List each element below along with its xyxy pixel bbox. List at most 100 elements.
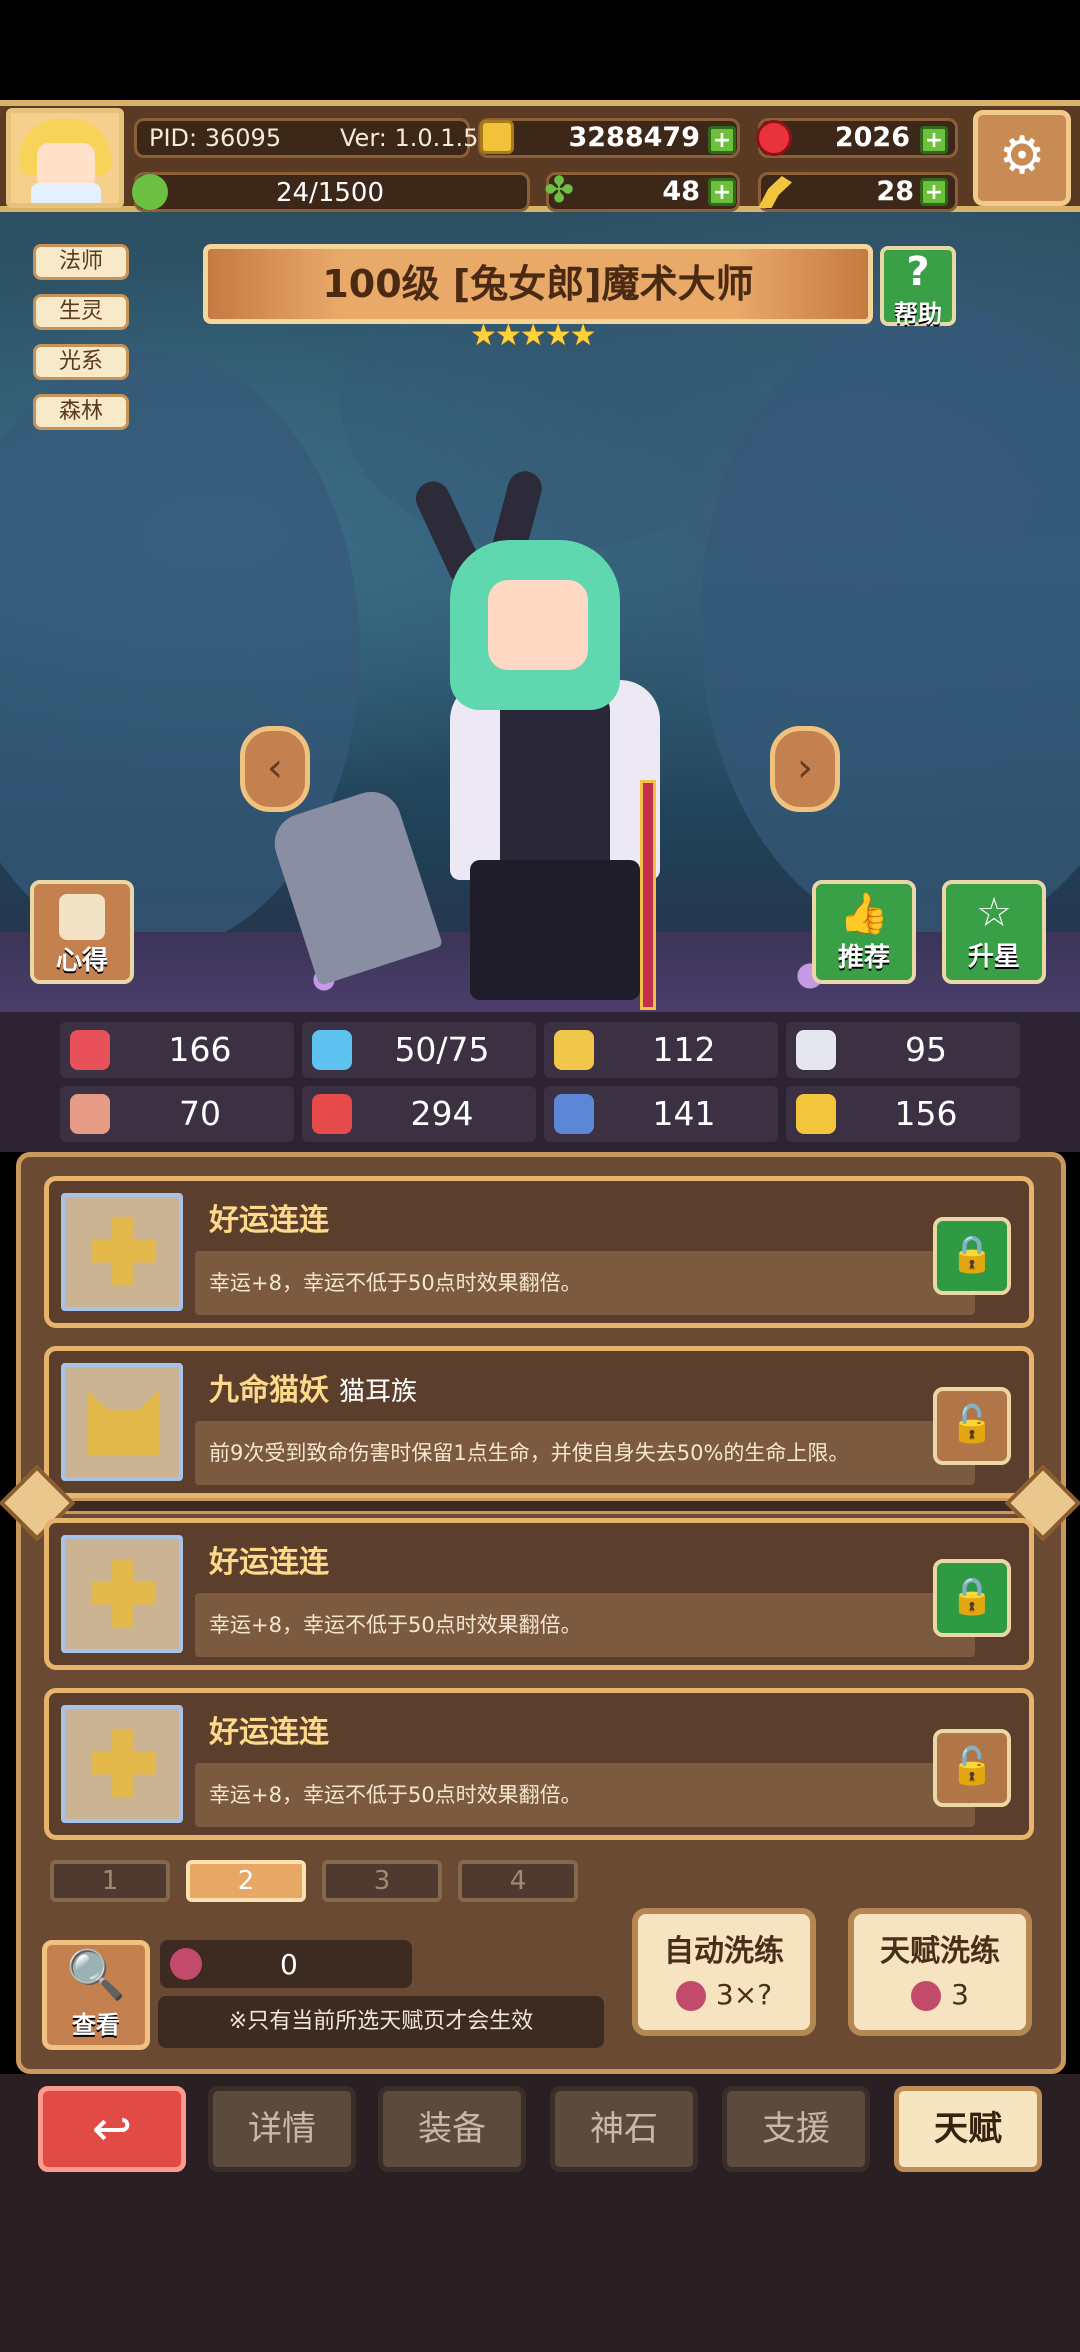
unlock-icon[interactable]: 🔓 <box>933 1387 1011 1465</box>
player-avatar[interactable] <box>6 108 124 208</box>
talent-tribe: 猫耳族 <box>339 1377 418 1407</box>
magnifier-icon: 🔍 <box>66 1947 126 2003</box>
star-icon: ☆ <box>976 890 1012 936</box>
talent-wash-button[interactable]: 天赋洗练 3 <box>848 1908 1032 2036</box>
talent-name: 好运连连 <box>209 1715 329 1750</box>
unlock-icon[interactable]: 🔓 <box>933 1729 1011 1807</box>
page-tab-1[interactable]: 1 <box>50 1860 170 1902</box>
stat-item: 95 <box>786 1022 1020 1078</box>
star-up-button[interactable]: ☆ 升星 <box>942 880 1046 984</box>
stat-value: 95 <box>905 1030 947 1069</box>
talent-card[interactable]: 好运连连 幸运+8，幸运不低于50点时效果翻倍。 🔒 <box>44 1518 1034 1670</box>
stat-value: 50/75 <box>394 1030 490 1069</box>
nav-talent[interactable]: 天赋 <box>894 2086 1042 2172</box>
hero-staff <box>640 780 656 1010</box>
peach-icon <box>170 1948 202 1980</box>
version-label: Ver: 1.0.1.5 <box>340 124 479 152</box>
talent-name: 好运连连 <box>209 1203 329 1238</box>
lucky-cross-icon <box>61 1535 183 1653</box>
hero-stars: ★★★★★ <box>470 318 596 353</box>
add-clover-button[interactable]: + <box>708 178 736 206</box>
stat-item: 112 <box>544 1022 778 1078</box>
tag-mage: 法师 <box>33 244 129 280</box>
recommend-label: 推荐 <box>837 943 890 973</box>
next-hero-button[interactable]: › <box>770 726 840 812</box>
page-tab-4[interactable]: 4 <box>458 1860 578 1902</box>
stat-value: 141 <box>652 1094 716 1133</box>
fist-icon <box>70 1094 110 1134</box>
tag-creature: 生灵 <box>33 294 129 330</box>
nav-equipment[interactable]: 装备 <box>378 2086 526 2172</box>
horn-value: 28 <box>876 176 914 207</box>
lucky-cross-icon <box>61 1705 183 1823</box>
back-button[interactable]: ↩ <box>38 2086 186 2172</box>
peach-icon <box>675 1981 706 2011</box>
nav-details[interactable]: 详情 <box>208 2086 356 2172</box>
auto-wash-label: 自动洗练 <box>664 1934 784 1969</box>
insight-button[interactable]: 心得 <box>30 880 134 984</box>
stat-item: 156 <box>786 1086 1020 1142</box>
tag-light: 光系 <box>33 344 129 380</box>
horseshoe-icon <box>796 1094 836 1134</box>
auto-wash-cost: 3×? <box>715 1978 773 2011</box>
scroll-icon <box>554 1094 594 1134</box>
talent-wash-label: 天赋洗练 <box>880 1934 1000 1969</box>
talent-description: 幸运+8，幸运不低于50点时效果翻倍。 <box>195 1763 975 1827</box>
settings-gear-icon[interactable]: ⚙ <box>973 110 1071 206</box>
view-button[interactable]: 🔍 查看 <box>42 1940 150 2050</box>
help-button[interactable]: ? 帮助 <box>880 246 956 328</box>
question-icon: ? <box>906 249 930 295</box>
cat-head-icon <box>61 1363 183 1481</box>
tag-forest: 森林 <box>33 394 129 430</box>
talent-card[interactable]: 九命猫妖 猫耳族 前9次受到致命伤害时保留1点生命，并使自身失去50%的生命上限。… <box>44 1346 1034 1498</box>
talent-card[interactable]: 好运连连 幸运+8，幸运不低于50点时效果翻倍。 🔓 <box>44 1688 1034 1840</box>
star-up-label: 升星 <box>967 942 1020 972</box>
talent-description: 幸运+8，幸运不低于50点时效果翻倍。 <box>195 1251 975 1315</box>
lock-icon[interactable]: 🔒 <box>933 1559 1011 1637</box>
stat-value: 112 <box>652 1030 716 1069</box>
add-horn-button[interactable]: + <box>920 178 948 206</box>
nav-godstone[interactable]: 神石 <box>550 2086 698 2172</box>
recommend-button[interactable]: 👍 推荐 <box>812 880 916 984</box>
talent-description: 前9次受到致命伤害时保留1点生命，并使自身失去50%的生命上限。 <box>195 1421 975 1485</box>
ruby-icon <box>756 120 792 156</box>
active-page-notice: ※只有当前所选天赋页才会生效 <box>158 1996 604 2048</box>
stat-item: 166 <box>60 1022 294 1078</box>
stat-item: 70 <box>60 1086 294 1142</box>
gold-value: 3288479 <box>568 122 700 153</box>
stat-item: 141 <box>544 1086 778 1142</box>
nav-support[interactable]: 支援 <box>722 2086 870 2172</box>
talent-card[interactable]: 好运连连 幸运+8，幸运不低于50点时效果翻倍。 🔒 <box>44 1176 1034 1328</box>
prev-hero-button[interactable]: ‹ <box>240 726 310 812</box>
talent-name: 九命猫妖 <box>209 1373 329 1408</box>
stat-value: 156 <box>894 1094 958 1133</box>
lock-icon[interactable]: 🔒 <box>933 1217 1011 1295</box>
hero-legs <box>470 860 640 1000</box>
page-tab-2[interactable]: 2 <box>186 1860 306 1902</box>
gem-value: 2026 <box>834 122 910 153</box>
insight-label: 心得 <box>55 946 108 976</box>
page-tab-3[interactable]: 3 <box>322 1860 442 1902</box>
stat-value: 294 <box>410 1094 474 1133</box>
hero-title: 100级 [兔女郎]魔术大师 <box>203 244 873 324</box>
stat-value: 166 <box>168 1030 232 1069</box>
heart-icon <box>70 1030 110 1070</box>
add-gold-button[interactable]: + <box>708 126 736 154</box>
stamina-leaf-icon <box>132 174 168 210</box>
auto-wash-button[interactable]: 自动洗练 3×? <box>632 1908 816 2036</box>
water-drop-icon <box>312 1030 352 1070</box>
help-label: 帮助 <box>894 300 942 328</box>
book-icon <box>312 1094 352 1134</box>
clover-icon: ✤ <box>544 170 575 211</box>
stat-value: 70 <box>179 1094 221 1133</box>
talent-wash-cost: 3 <box>951 1978 969 2011</box>
add-gem-button[interactable]: + <box>920 126 948 154</box>
gold-coin-icon <box>480 120 514 154</box>
peach-icon <box>911 1981 942 2011</box>
stamina-value: 24/1500 <box>275 178 384 208</box>
clover-value: 48 <box>662 176 700 207</box>
wing-icon <box>796 1030 836 1070</box>
divider <box>0 1464 1080 1542</box>
stat-item: 50/75 <box>302 1022 536 1078</box>
wash-resource-count: 0 <box>280 1948 298 1981</box>
